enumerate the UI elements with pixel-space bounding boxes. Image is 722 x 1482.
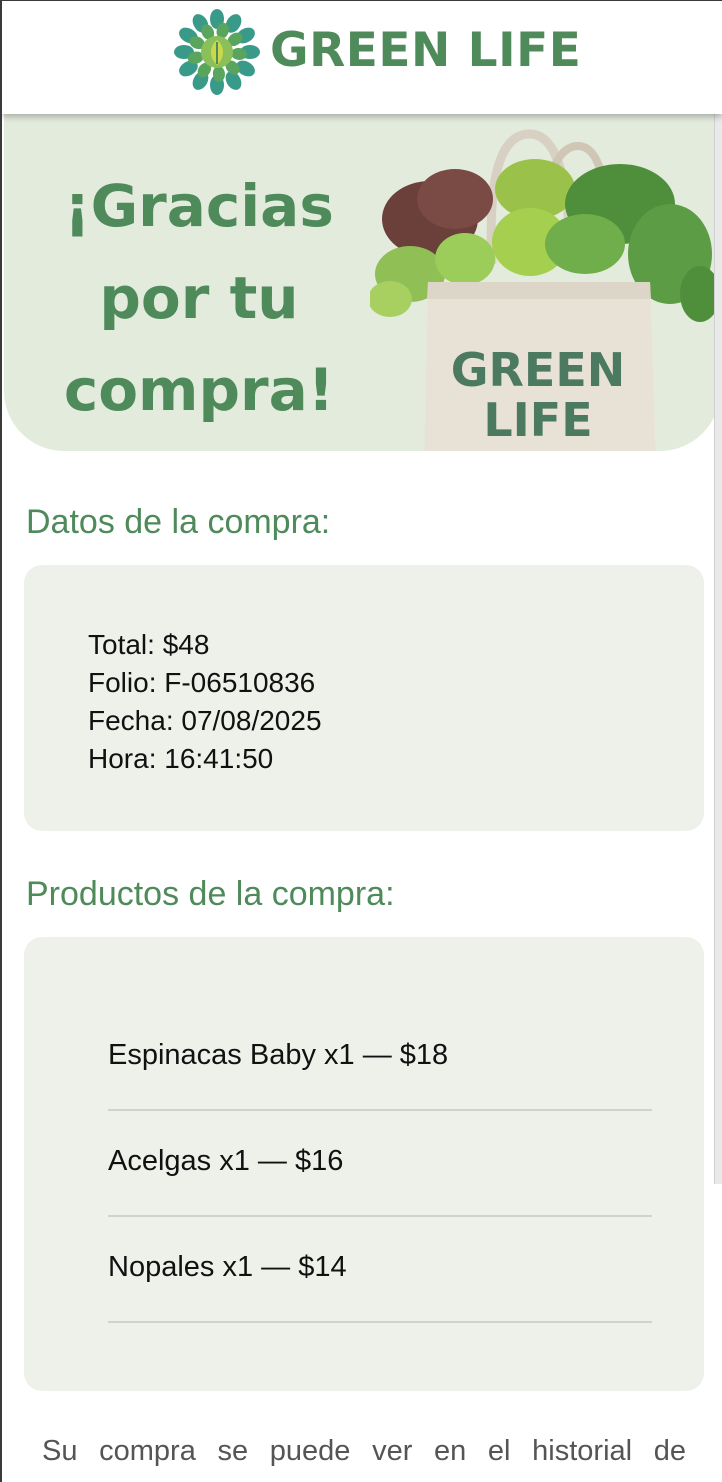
history-note: Su compra se puede ver en el historial d… [42, 1435, 686, 1467]
scrollbar[interactable] [714, 114, 722, 1184]
thank-you-title: ¡Gracias por tu compra! [34, 160, 364, 436]
grocery-bag-image: GREEN LIFE [370, 129, 720, 451]
bag-brand-line2: LIFE [483, 393, 592, 447]
purchase-time: Hora: 16:41:50 [88, 743, 274, 774]
app-frame: GREEN LIFE ¡Gracias por tu compra! GREEN… [0, 0, 722, 1482]
products-card: Espinacas Baby x1 — $18 Acelgas x1 — $16… [24, 937, 704, 1391]
purchase-data-title: Datos de la compra: [26, 503, 331, 541]
purchase-folio: Folio: F-06510836 [88, 667, 316, 698]
thank-you-title-line2: por tu [99, 264, 299, 332]
product-item-text: Nopales x1 — $14 [108, 1251, 347, 1283]
products-title: Productos de la compra: [26, 875, 395, 913]
product-item-text: Acelgas x1 — $16 [108, 1145, 344, 1177]
product-item: Nopales x1 — $14 [108, 1217, 652, 1323]
purchase-total: Total: $48 [88, 629, 210, 660]
purchase-date: Fecha: 07/08/2025 [88, 705, 322, 736]
brand-name: GREEN LIFE [270, 23, 582, 78]
thank-you-banner: ¡Gracias por tu compra! GREEN LIFE [4, 114, 720, 451]
product-item-text: Espinacas Baby x1 — $18 [108, 1039, 449, 1071]
bag-brand-line1: GREEN [451, 343, 626, 397]
thank-you-title-line1: ¡Gracias [64, 172, 334, 240]
product-item: Espinacas Baby x1 — $18 [108, 1005, 652, 1111]
green-life-logo-icon [174, 9, 260, 95]
thank-you-title-line3: compra! [63, 356, 335, 424]
purchase-data-card: Total: $48 Folio: F-06510836 Fecha: 07/0… [24, 565, 704, 831]
product-item: Acelgas x1 — $16 [108, 1111, 652, 1217]
top-header: GREEN LIFE [2, 1, 722, 114]
